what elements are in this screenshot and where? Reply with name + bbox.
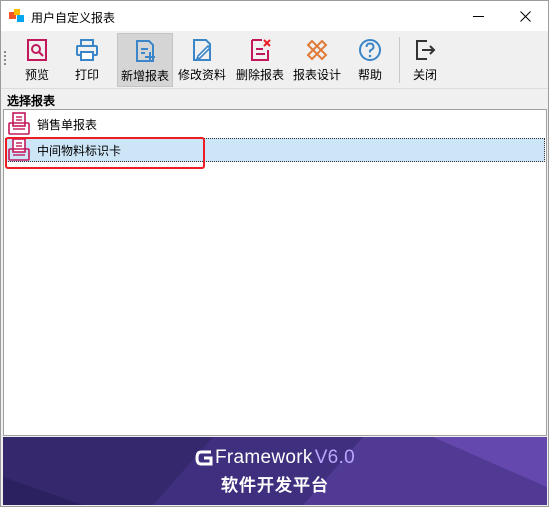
delete-report-button[interactable]: 删除报表	[233, 33, 287, 87]
add-report-button[interactable]: 新增报表	[117, 33, 173, 87]
report-icon	[8, 112, 30, 135]
help-label: 帮助	[357, 68, 382, 82]
help-button[interactable]: 帮助	[350, 33, 390, 87]
report-window: 用户自定义报表 预览 打印 新增报表 修改资料 删除报表 报表设计 帮助 关闭 …	[0, 0, 549, 507]
edit-info-label: 修改资料	[177, 68, 226, 82]
design-report-label: 报表设计	[292, 68, 341, 82]
delete-report-label: 删除报表	[235, 68, 284, 82]
report-item-sales[interactable]: 销售单报表	[5, 112, 545, 136]
print-label: 打印	[74, 68, 99, 82]
close-label: 关闭	[412, 68, 437, 82]
toolbar-grip[interactable]	[4, 51, 7, 65]
edit-icon	[193, 39, 212, 61]
report-item-material-card[interactable]: 中间物料标识卡	[5, 138, 545, 162]
add-report-label: 新增报表	[120, 69, 169, 83]
toolbar-separator	[399, 37, 400, 83]
brand-name: Framework	[214, 446, 313, 468]
minimize-icon	[472, 15, 484, 17]
preview-button[interactable]: 预览	[15, 33, 59, 87]
brand-version: V6.0	[314, 446, 355, 468]
add-report-icon	[136, 40, 155, 62]
close-button[interactable]: 关闭	[405, 33, 445, 87]
section-title: 选择报表	[7, 94, 56, 108]
preview-icon	[27, 39, 47, 61]
printer-icon	[76, 39, 98, 61]
app-icon	[9, 9, 24, 22]
report-item-label: 中间物料标识卡	[37, 143, 122, 158]
delete-report-icon	[251, 39, 271, 61]
preview-label: 预览	[24, 68, 49, 82]
design-icon	[306, 39, 328, 61]
brand-line: Framework V6.0	[195, 447, 355, 469]
framework-logo-icon	[195, 450, 213, 465]
minimize-button[interactable]	[455, 1, 501, 31]
banner-subtitle: 软件开发平台	[221, 475, 329, 496]
help-icon	[359, 39, 381, 61]
print-button[interactable]: 打印	[65, 33, 109, 87]
exit-icon	[416, 40, 436, 60]
edit-info-button[interactable]: 修改资料	[176, 33, 228, 87]
title-bar: 用户自定义报表	[1, 1, 548, 31]
close-icon	[519, 10, 531, 22]
report-icon	[8, 138, 30, 161]
report-item-label: 销售单报表	[37, 117, 98, 132]
toolbar: 预览 打印 新增报表 修改资料 删除报表 报表设计 帮助 关闭	[1, 31, 548, 89]
close-window-button[interactable]	[502, 1, 548, 31]
report-list[interactable]: 销售单报表 中间物料标识卡	[3, 109, 547, 436]
design-report-button[interactable]: 报表设计	[290, 33, 344, 87]
framework-banner: Framework V6.0 软件开发平台	[3, 437, 547, 505]
banner-text: Framework V6.0 软件开发平台	[3, 437, 547, 505]
window-title: 用户自定义报表	[31, 11, 116, 25]
